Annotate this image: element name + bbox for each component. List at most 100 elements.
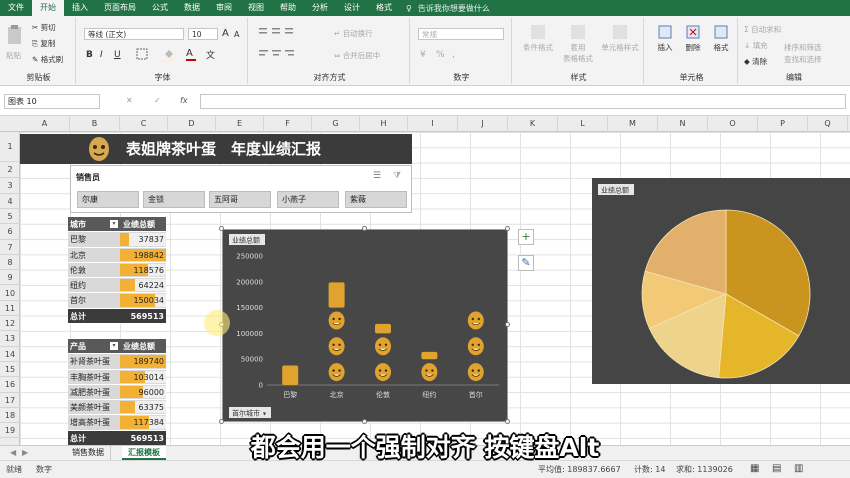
ribbon-tab[interactable]: 公式 bbox=[144, 0, 176, 16]
format-painter-button[interactable]: ✎ 格式刷 bbox=[32, 54, 63, 65]
filter-dropdown-icon[interactable]: ▾ bbox=[110, 342, 118, 350]
pivot-header-label[interactable]: 城市 bbox=[70, 217, 86, 232]
column-header[interactable]: O bbox=[708, 116, 758, 132]
ribbon-tab[interactable]: 开始 bbox=[32, 0, 64, 16]
row-header[interactable]: 11 bbox=[0, 301, 20, 317]
row-header[interactable]: 6 bbox=[0, 224, 20, 240]
column-header[interactable]: A bbox=[20, 116, 70, 132]
multi-select-icon[interactable]: ☰ bbox=[373, 171, 381, 181]
currency-button[interactable]: ¥ bbox=[420, 50, 426, 60]
pivot-row[interactable]: 巴黎 37837 bbox=[68, 232, 166, 248]
chart-styles-button[interactable]: ✎ bbox=[518, 255, 534, 271]
ribbon-tab[interactable]: 数据 bbox=[176, 0, 208, 16]
comma-button[interactable]: , bbox=[452, 50, 455, 60]
row-header[interactable]: 9 bbox=[0, 270, 20, 286]
format-as-table-button[interactable]: 套用 表格格式 bbox=[560, 24, 596, 64]
column-header[interactable]: B bbox=[70, 116, 120, 132]
merge-center-button[interactable]: ⇔ 合并后居中 bbox=[334, 50, 380, 61]
copy-button[interactable]: ⎘ 复制 bbox=[32, 38, 55, 49]
row-header[interactable]: 4 bbox=[0, 194, 20, 209]
city-sales-chart[interactable]: 业绩总额 250000 200000 150000 100000 50000 0 巴黎 北京 伦敦… bbox=[222, 229, 508, 422]
phonetic-button[interactable]: 文 bbox=[206, 48, 215, 61]
row-header[interactable]: 10 bbox=[0, 286, 20, 301]
sort-filter-button[interactable]: 排序和筛选 bbox=[784, 42, 822, 53]
slicer-item[interactable]: 五阿哥 bbox=[209, 191, 271, 208]
page-layout-view-icon[interactable]: ▤ bbox=[772, 463, 781, 474]
pivot-row[interactable]: 减肥茶叶蛋 96000 bbox=[68, 384, 166, 401]
row-header[interactable]: 7 bbox=[0, 240, 20, 255]
column-header[interactable]: C bbox=[120, 116, 168, 132]
resize-handle[interactable] bbox=[362, 226, 367, 231]
underline-button[interactable]: U bbox=[114, 50, 121, 60]
tell-me-search[interactable]: 告诉我你想要做什么 bbox=[418, 3, 490, 14]
border-button[interactable] bbox=[136, 48, 148, 62]
fill-button[interactable]: ↓ 填充 bbox=[744, 40, 768, 51]
font-name-select[interactable]: 等线 (正文) bbox=[84, 28, 184, 40]
find-select-button[interactable]: 查找和选择 bbox=[784, 54, 822, 65]
cut-button[interactable]: ✂ 剪切 bbox=[32, 22, 56, 33]
column-header[interactable]: K bbox=[508, 116, 558, 132]
column-header[interactable]: Q bbox=[808, 116, 848, 132]
ribbon-tab[interactable]: 分析 bbox=[304, 0, 336, 16]
fill-color-button[interactable] bbox=[162, 48, 176, 64]
pivot-row[interactable]: 首尔 150034 bbox=[68, 293, 166, 309]
insert-function-button[interactable]: fx bbox=[180, 96, 188, 105]
row-header[interactable]: 18 bbox=[0, 408, 20, 424]
column-header[interactable]: D bbox=[168, 116, 216, 132]
resize-handle[interactable] bbox=[219, 226, 224, 231]
pivot-row[interactable]: 纽约 64224 bbox=[68, 278, 166, 294]
format-cells-button[interactable]: 格式 bbox=[708, 24, 734, 53]
clear-filter-icon[interactable]: ⧩ bbox=[393, 171, 401, 181]
resize-handle[interactable] bbox=[505, 226, 510, 231]
align-top-button[interactable] bbox=[258, 26, 298, 40]
shrink-font-button[interactable]: A bbox=[234, 30, 239, 39]
row-header[interactable]: 5 bbox=[0, 209, 20, 225]
formula-input[interactable] bbox=[200, 94, 846, 109]
pivot-row[interactable]: 北京 198842 bbox=[68, 247, 166, 263]
column-header[interactable]: I bbox=[408, 116, 458, 132]
bold-button[interactable]: B bbox=[86, 50, 93, 60]
slicer-item[interactable]: 小燕子 bbox=[277, 191, 339, 208]
normal-view-icon[interactable]: ▦ bbox=[750, 463, 759, 474]
delete-cells-button[interactable]: 删除 bbox=[680, 24, 706, 53]
enter-icon[interactable]: ✓ bbox=[154, 96, 161, 105]
column-header[interactable]: N bbox=[658, 116, 708, 132]
row-header[interactable]: 16 bbox=[0, 377, 20, 393]
slicer-item[interactable]: 金锁 bbox=[143, 191, 205, 208]
ribbon-tab[interactable]: 视图 bbox=[240, 0, 272, 16]
row-header[interactable]: 2 bbox=[0, 162, 20, 178]
row-header[interactable]: 17 bbox=[0, 393, 20, 408]
column-header[interactable]: F bbox=[264, 116, 312, 132]
slicer-item[interactable]: 尔康 bbox=[77, 191, 139, 208]
row-header[interactable]: 8 bbox=[0, 255, 20, 271]
pivot-row[interactable]: 伦敦 118576 bbox=[68, 262, 166, 279]
font-color-button[interactable]: A bbox=[186, 48, 196, 61]
column-header[interactable]: H bbox=[360, 116, 408, 132]
number-format-select[interactable]: 常规 bbox=[418, 28, 504, 40]
row-header[interactable]: 3 bbox=[0, 178, 20, 194]
row-header[interactable]: 12 bbox=[0, 316, 20, 332]
product-pie-chart[interactable]: 业绩总额 bbox=[592, 178, 850, 384]
insert-cells-button[interactable]: 插入 bbox=[652, 24, 678, 53]
cell-styles-button[interactable]: 单元格样式 bbox=[600, 24, 640, 53]
page-break-view-icon[interactable]: ▥ bbox=[794, 463, 803, 474]
pivot-row[interactable]: 美颜茶叶蛋 63375 bbox=[68, 400, 166, 416]
resize-handle[interactable] bbox=[219, 419, 224, 424]
pivot-row[interactable]: 补肾茶叶蛋 189740 bbox=[68, 354, 166, 370]
paste-button[interactable]: 粘贴 bbox=[6, 24, 24, 61]
ribbon-tab[interactable]: 插入 bbox=[64, 0, 96, 16]
cancel-icon[interactable]: ✕ bbox=[126, 96, 133, 105]
clear-button[interactable]: ◆ 清除 bbox=[744, 56, 767, 67]
italic-button[interactable]: I bbox=[100, 50, 103, 60]
column-header[interactable]: P bbox=[758, 116, 808, 132]
ribbon-tab[interactable]: 页面布局 bbox=[96, 0, 144, 16]
column-header[interactable]: G bbox=[312, 116, 360, 132]
row-header[interactable]: 15 bbox=[0, 362, 20, 378]
column-header[interactable]: M bbox=[608, 116, 658, 132]
conditional-format-button[interactable]: 条件格式 bbox=[520, 24, 556, 53]
column-header[interactable]: E bbox=[216, 116, 264, 132]
ribbon-tab[interactable]: 审阅 bbox=[208, 0, 240, 16]
column-header[interactable]: L bbox=[558, 116, 608, 132]
pivot-header-label[interactable]: 产品 bbox=[70, 339, 86, 354]
slicer-item[interactable]: 紫薇 bbox=[345, 191, 407, 208]
